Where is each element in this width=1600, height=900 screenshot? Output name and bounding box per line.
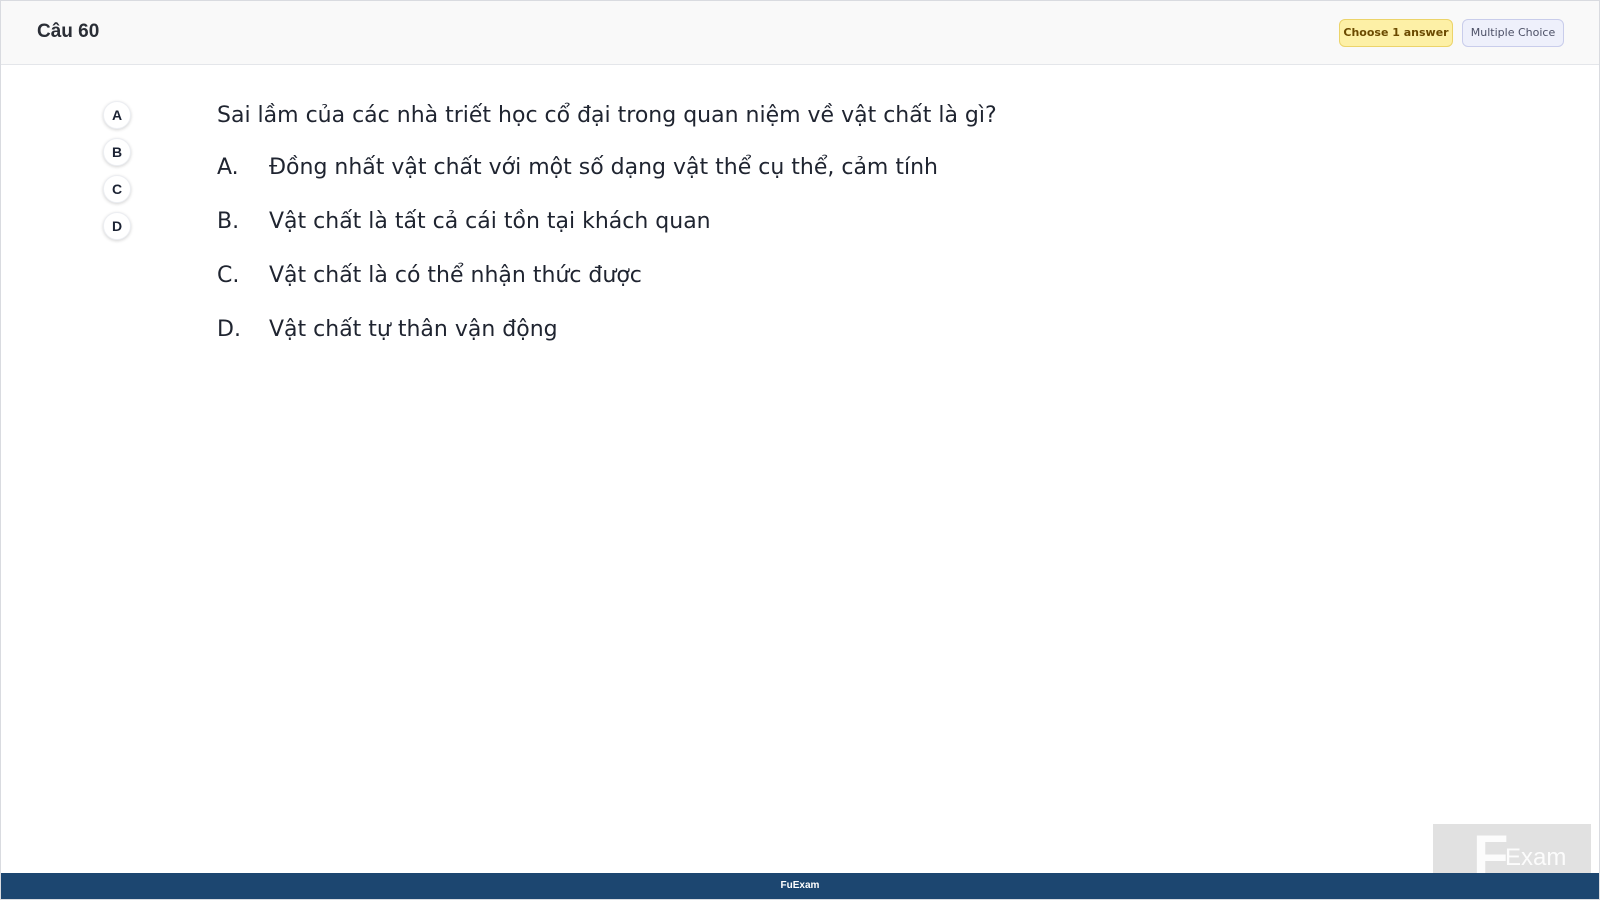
answer-option-c[interactable]: C. Vật chất là có thể nhận thức được [217,258,1417,292]
option-letter: A. [217,154,239,180]
question-text: Sai lầm của các nhà triết học cổ đại tro… [217,103,997,128]
watermark-exam-text: Exam [1505,844,1567,871]
question-number: Câu 60 [37,21,100,42]
option-text: Vật chất là tất cả cái tồn tại khách qua… [269,208,711,234]
picker-option-a[interactable]: A [103,101,131,129]
footer-bar: FuExam [1,873,1599,899]
option-letter: B. [217,208,240,234]
picker-option-b[interactable]: B [103,138,131,166]
picker-option-c[interactable]: C [103,175,131,203]
question-header: Câu 60 Choose 1 answer Multiple Choice [1,1,1599,65]
question-content: Sai lầm của các nhà triết học cổ đại tro… [217,99,1417,366]
option-text: Đồng nhất vật chất với một số dạng vật t… [269,154,938,180]
answer-option-a[interactable]: A. Đồng nhất vật chất với một số dạng vậ… [217,150,1417,184]
option-text: Vật chất là có thể nhận thức được [269,262,642,288]
answer-option-d[interactable]: D. Vật chất tự thân vận động [217,312,1417,346]
choose-count-badge: Choose 1 answer [1339,19,1453,47]
option-letter: C. [217,262,240,288]
answer-picker: A B C D [103,101,131,249]
picker-option-d[interactable]: D [103,212,131,240]
option-letter: D. [217,316,241,342]
question-type-badge: Multiple Choice [1462,19,1564,47]
option-text: Vật chất tự thân vận động [269,316,558,342]
answer-option-b[interactable]: B. Vật chất là tất cả cái tồn tại khách … [217,204,1417,238]
exam-window: Câu 60 Choose 1 answer Multiple Choice A… [0,0,1600,900]
footer-brand: FuExam [780,880,820,891]
